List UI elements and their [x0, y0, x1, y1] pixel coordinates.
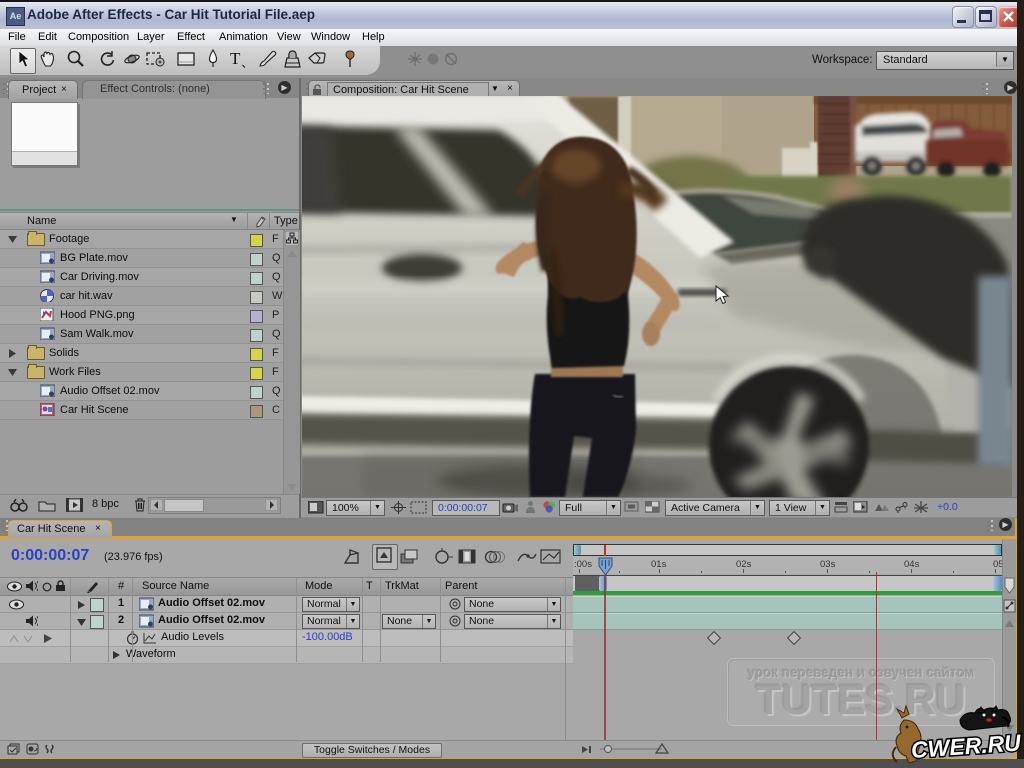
- svg-text:CWER.RU: CWER.RU: [910, 729, 1023, 763]
- svg-text:T: T: [230, 49, 241, 68]
